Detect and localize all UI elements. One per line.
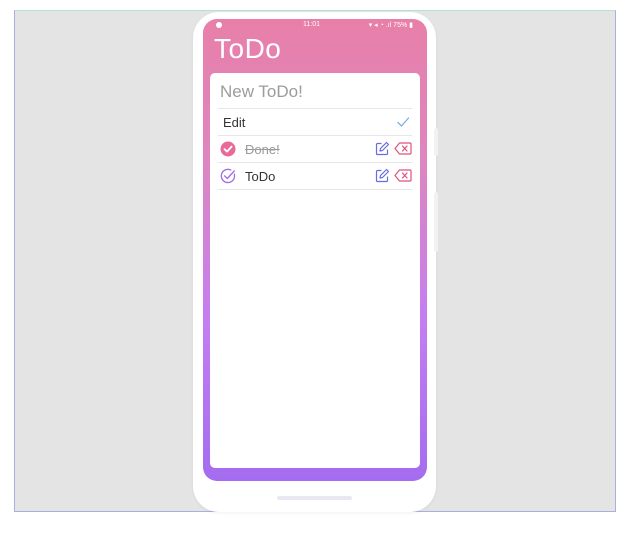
status-bar: 11:01 ▾ ◂ ◔ .ıl 75% ▮	[203, 21, 427, 33]
todo-text: ToDo	[245, 169, 276, 184]
todo-row: ToDo	[218, 163, 412, 189]
delete-icon[interactable]	[394, 169, 412, 182]
check-circle-filled-icon[interactable]	[220, 141, 236, 157]
todo-text: Done!	[245, 142, 280, 157]
status-indicators: ▾ ◂ ◔ .ıl 75% ▮	[368, 22, 413, 29]
todo-row: Done!	[218, 136, 412, 162]
new-todo-input[interactable]	[220, 80, 410, 104]
power-button	[434, 192, 438, 252]
app-screen: 11:01 ▾ ◂ ◔ .ıl 75% ▮ ToDo Edit Done!	[203, 19, 427, 481]
home-indicator[interactable]	[277, 496, 352, 500]
check-icon[interactable]	[396, 115, 410, 129]
edit-label: Edit	[223, 115, 246, 130]
check-circle-outline-icon[interactable]	[220, 168, 236, 184]
edit-icon[interactable]	[375, 141, 390, 156]
edit-row: Edit	[218, 109, 412, 135]
todo-card: Edit Done!	[210, 73, 420, 468]
edit-icon[interactable]	[375, 168, 390, 183]
divider	[218, 189, 412, 190]
delete-icon[interactable]	[394, 142, 412, 155]
camera-icon	[216, 22, 222, 28]
app-title: ToDo	[214, 33, 282, 64]
status-time: 11:01	[303, 21, 320, 28]
volume-button	[434, 128, 438, 156]
